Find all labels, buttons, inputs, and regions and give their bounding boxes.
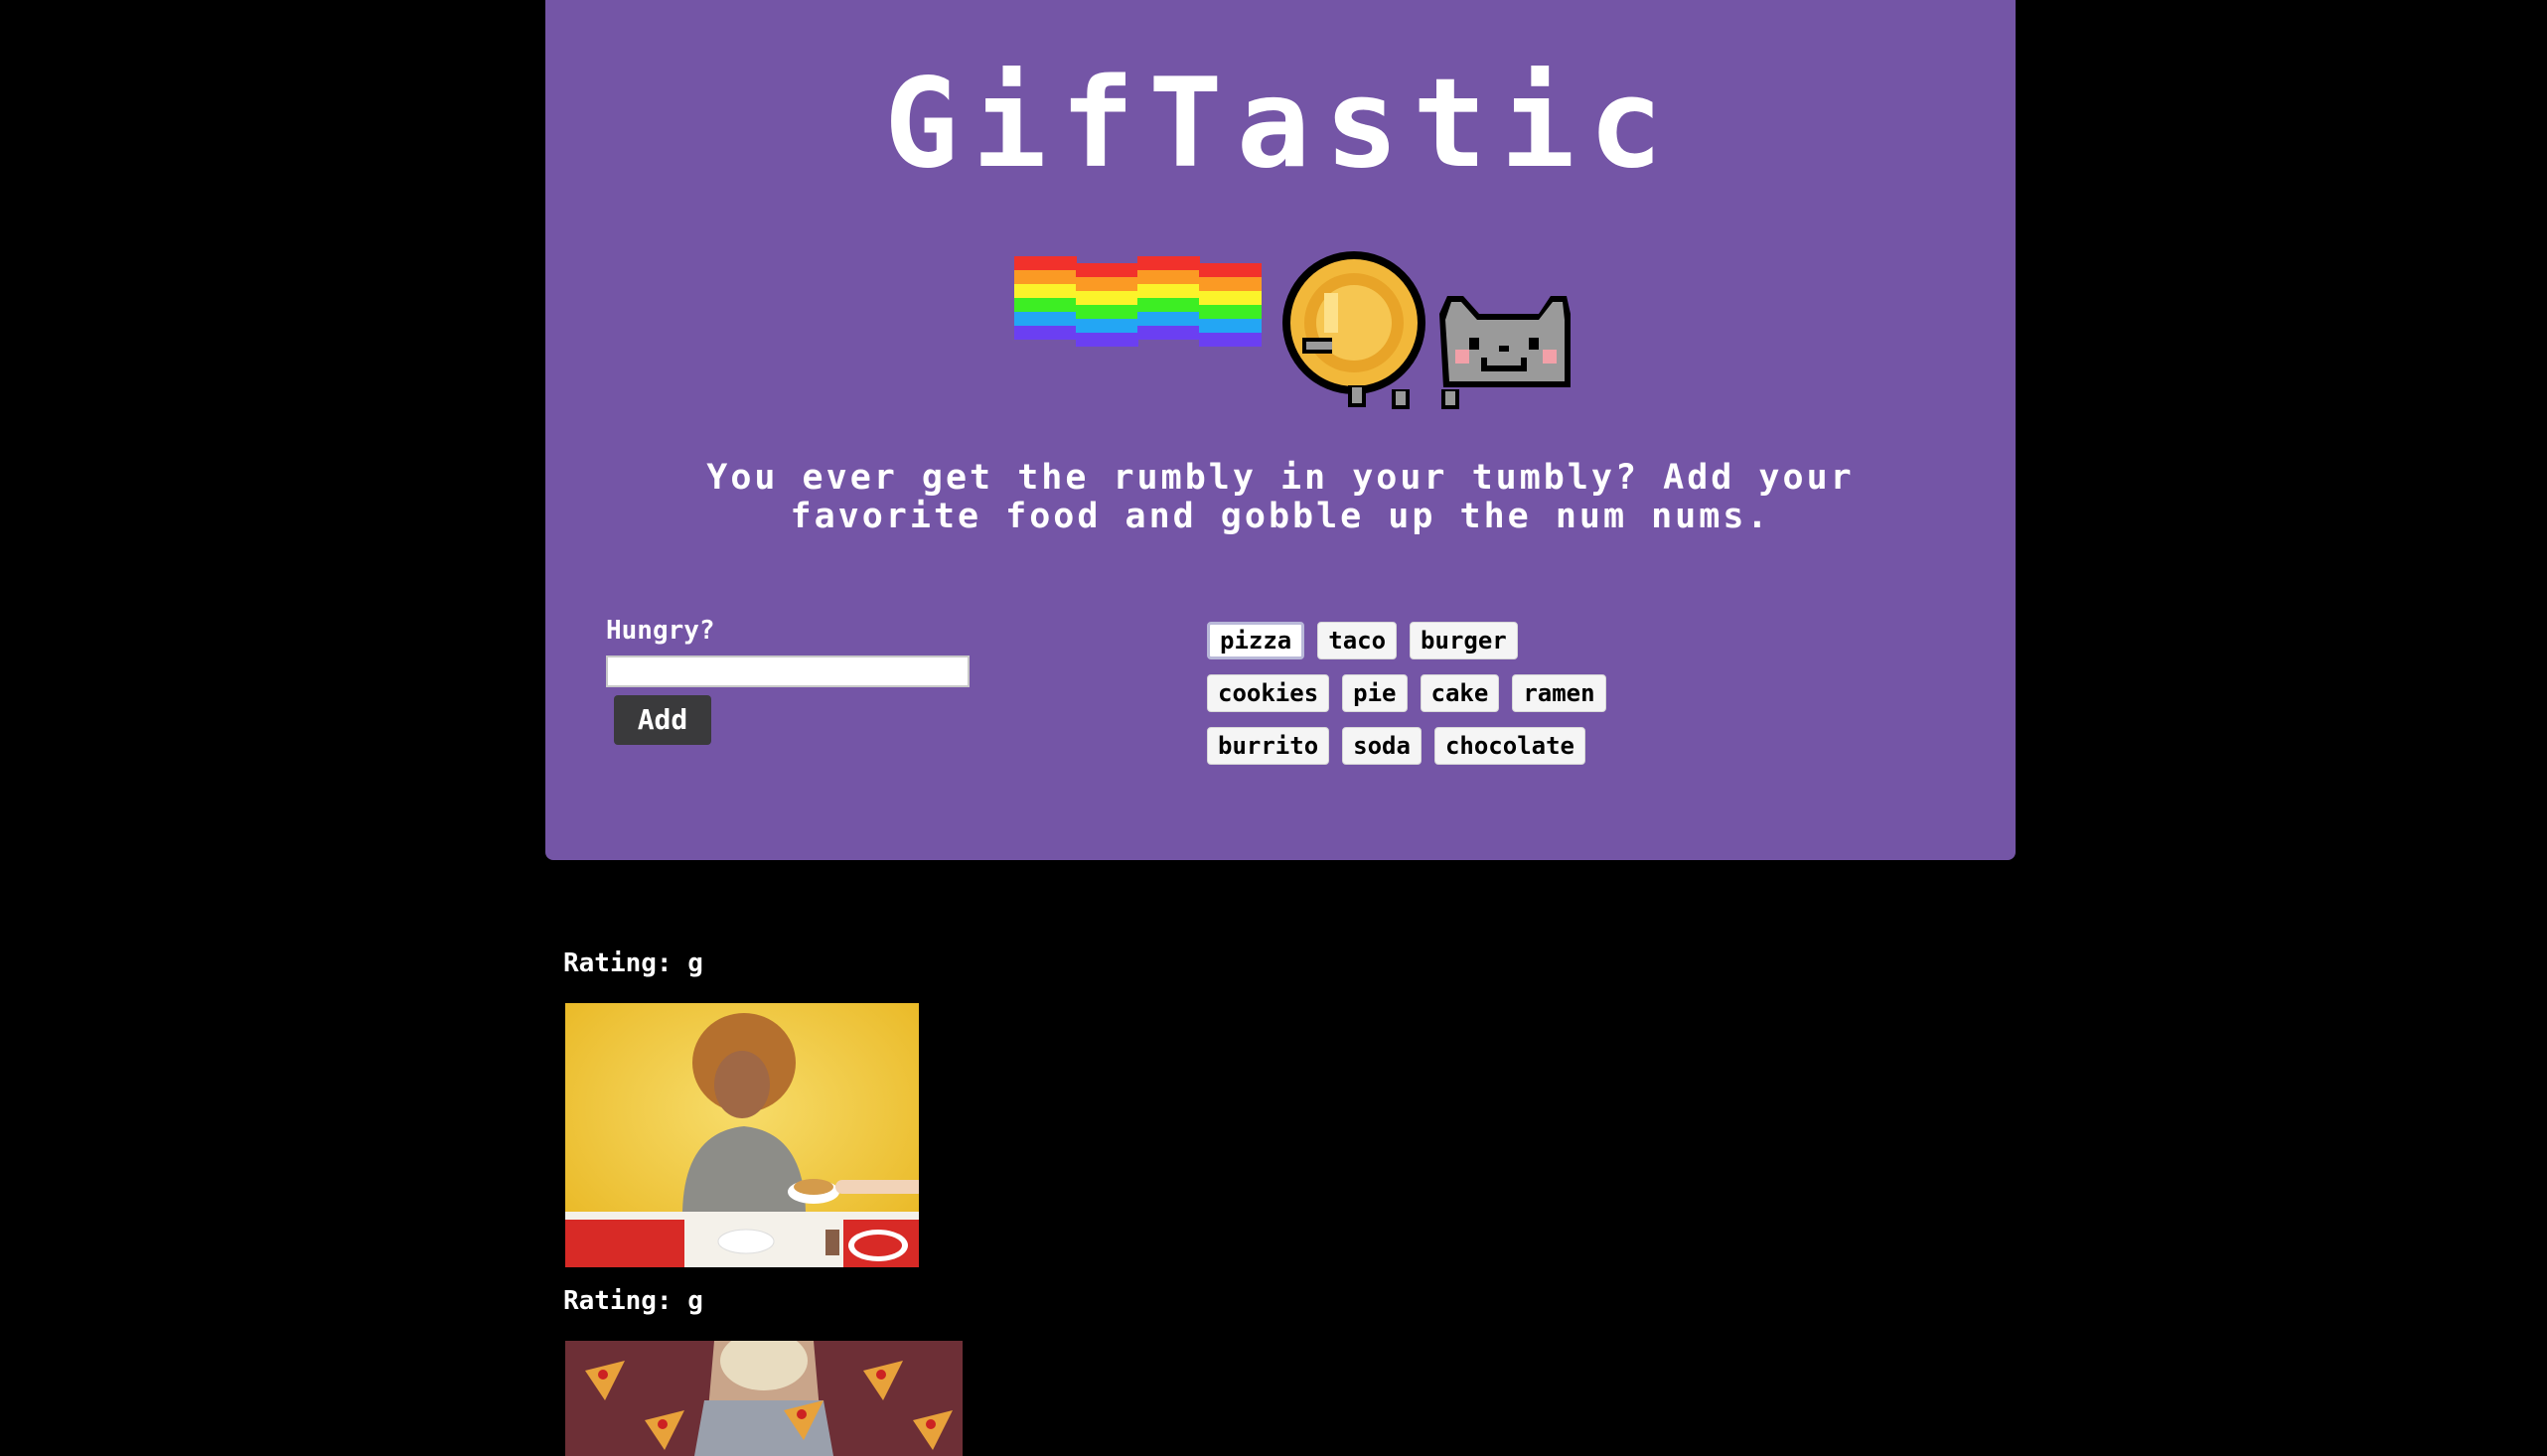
rainbow-band (1014, 326, 1077, 340)
rainbow-band (1014, 270, 1077, 284)
gif-rating: Rating: g (563, 1286, 703, 1316)
rainbow-band (1076, 291, 1138, 305)
food-buttons: pizza taco burger cookies pie cake ramen… (1207, 622, 1763, 780)
gif-image[interactable] (565, 1003, 919, 1267)
rainbow-band (1199, 277, 1262, 291)
food-button-burrito[interactable]: burrito (1207, 727, 1330, 765)
rainbow-band (1199, 319, 1262, 333)
food-row: burrito soda chocolate (1207, 727, 1763, 769)
rainbow-band (1199, 291, 1262, 305)
food-button-chocolate[interactable]: chocolate (1433, 727, 1585, 765)
rainbow-trail (1014, 256, 1262, 347)
rainbow-band (1137, 326, 1200, 340)
food-button-soda[interactable]: soda (1342, 727, 1422, 765)
rainbow-band (1014, 312, 1077, 326)
rainbow-band (1199, 263, 1262, 277)
search-label: Hungry? (606, 616, 715, 646)
rainbow-band (1199, 333, 1262, 347)
page: GifTastic You ever get the rumbly in you… (0, 0, 2547, 1456)
rainbow-band (1076, 263, 1138, 277)
page-title: GifTastic (884, 53, 1677, 196)
nyan-cat-icon (1014, 251, 1571, 409)
food-button-cookies[interactable]: cookies (1207, 674, 1330, 712)
food-button-ramen[interactable]: ramen (1512, 674, 1606, 712)
rainbow-band (1137, 284, 1200, 298)
food-button-cake[interactable]: cake (1420, 674, 1500, 712)
header-panel: GifTastic You ever get the rumbly in you… (545, 0, 2016, 860)
woman-eating-pizza-rolls-gif (565, 1003, 919, 1267)
gif-rating: Rating: g (563, 948, 703, 978)
food-row: cookies pie cake ramen (1207, 674, 1763, 716)
rainbow-band (1076, 305, 1138, 319)
food-button-pizza[interactable]: pizza (1207, 622, 1305, 659)
rainbow-band (1199, 305, 1262, 319)
rainbow-band (1137, 256, 1200, 270)
singer-with-pizza-slices-gif (565, 1341, 963, 1456)
rainbow-band (1076, 319, 1138, 333)
add-button[interactable]: Add (614, 695, 711, 745)
rainbow-band (1014, 298, 1077, 312)
rainbow-band (1014, 256, 1077, 270)
food-input[interactable] (606, 655, 970, 687)
food-button-burger[interactable]: burger (1410, 622, 1518, 659)
gif-image[interactable] (565, 1341, 963, 1456)
rainbow-band (1014, 284, 1077, 298)
coin-body (1282, 251, 1425, 394)
food-row: pizza taco burger (1207, 622, 1763, 663)
tagline: You ever get the rumbly in your tumbly? … (706, 458, 1855, 536)
food-button-pie[interactable]: pie (1342, 674, 1408, 712)
rainbow-band (1137, 312, 1200, 326)
cat-head (1439, 296, 1571, 387)
rainbow-band (1137, 298, 1200, 312)
rainbow-band (1076, 333, 1138, 347)
food-button-taco[interactable]: taco (1317, 622, 1398, 659)
rainbow-band (1137, 270, 1200, 284)
rainbow-band (1076, 277, 1138, 291)
